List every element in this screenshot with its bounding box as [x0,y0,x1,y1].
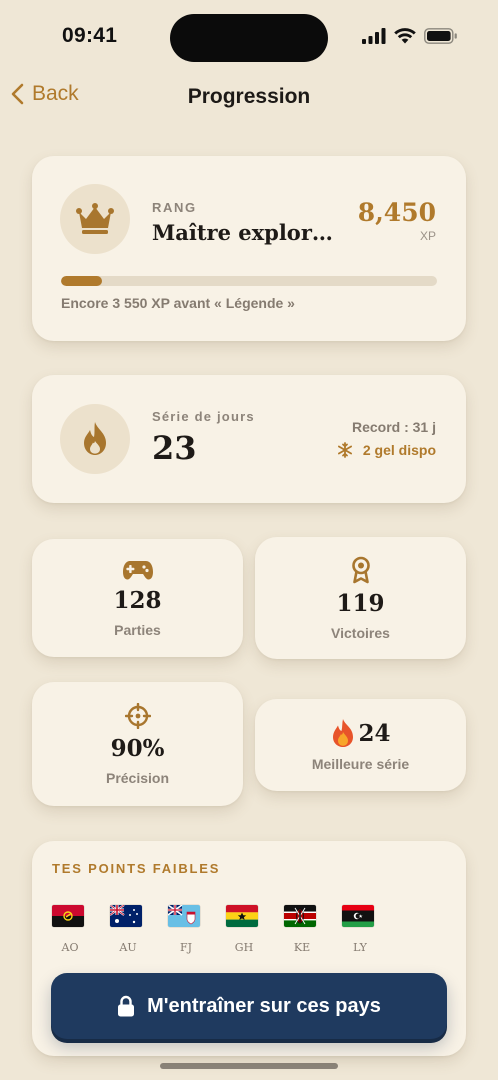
rank-label: RANG [152,200,197,215]
xp-progress-text: Encore 3 550 XP avant « Légende » [61,295,295,311]
country-code: LY [353,941,367,954]
stat-tile-accuracy: 90% Précision [32,682,243,806]
country-item-ke[interactable]: KE [284,905,342,954]
stat-value-wins: 119 [336,589,385,617]
xp-unit: XP [419,229,436,243]
weak-points-title: TES POINTS FAIBLES [52,861,221,876]
xp-progress-fill [61,276,103,286]
streak-value: 23 [152,429,197,467]
stat-value-accuracy: 90% [110,734,165,762]
rank-value: Maître explor… [152,220,333,245]
streak-record: Record : 31 j [351,419,436,435]
flag-libya-icon [342,905,374,927]
stat-label-wins: Victoires [331,624,390,641]
practice-countries-button[interactable]: M'entraîner sur ces pays [51,973,447,1039]
country-item-gh[interactable]: GH [226,905,284,954]
streak-label: Série de jours [152,409,255,424]
country-code: AU [119,941,137,954]
flag-fiji-icon [168,905,200,927]
xp-value: 8,450 [357,198,436,227]
stat-tile-best-streak: 24 Meilleure série [255,699,466,791]
crown-icon [76,203,114,234]
practice-countries-label: M'entraîner sur ces pays [147,994,381,1017]
status-bar: 09:41 [0,0,498,76]
battery-icon [424,28,457,44]
cellular-signal-icon [362,28,386,44]
country-code: KE [293,941,311,954]
flag-kenya-icon [284,905,316,927]
rank-icon-badge [60,184,130,254]
flag-angola-icon [52,905,84,927]
stat-label-best-streak: Meilleure série [311,756,410,772]
best-streak-row: 24 [330,718,391,748]
flame-icon [84,422,106,455]
lock-icon [118,995,135,1017]
home-indicator[interactable] [160,1063,338,1069]
stat-value-games: 128 [113,586,162,614]
country-item-ao[interactable]: AO [52,905,110,954]
wifi-icon [394,28,416,44]
status-time: 09:41 [62,24,118,47]
country-item-ly[interactable]: LY [342,905,400,954]
country-item-au[interactable]: AU [110,905,168,954]
target-icon [124,702,151,729]
page-title: Progression [187,85,311,108]
fire-emoji-icon [333,719,354,747]
country-code: FJ [179,941,193,954]
stat-value-best-streak: 24 [358,719,391,747]
streak-freeze-label: 2 gel dispo [362,442,436,458]
navigation-bar: Back Progression [0,76,498,120]
stat-label-accuracy: Précision [105,769,170,786]
country-item-fj[interactable]: FJ [168,905,226,954]
xp-progress-bar [61,276,437,286]
streak-icon-badge [60,404,130,474]
gamepad-icon [122,560,153,579]
medal-icon [351,556,370,583]
status-icons [362,28,458,44]
stat-tile-games: 128 Parties [32,539,243,657]
stat-tile-wins: 119 Victoires [255,537,466,659]
weak-country-list: AO AU FJ GH KE LY [52,905,400,954]
snowflake-icon [337,442,352,458]
streak-freeze: 2 gel dispo [337,442,436,458]
flag-australia-icon [110,905,142,927]
stat-label-games: Parties [114,621,161,638]
streak-card: Série de jours 23 Record : 31 j 2 gel di… [32,375,466,503]
flag-ghana-icon [226,905,258,927]
dynamic-island [170,14,328,62]
country-code: GH [234,941,254,954]
country-code: AO [61,941,79,954]
rank-card: RANG Maître explor… 8,450 XP Encore 3 55… [32,156,466,341]
